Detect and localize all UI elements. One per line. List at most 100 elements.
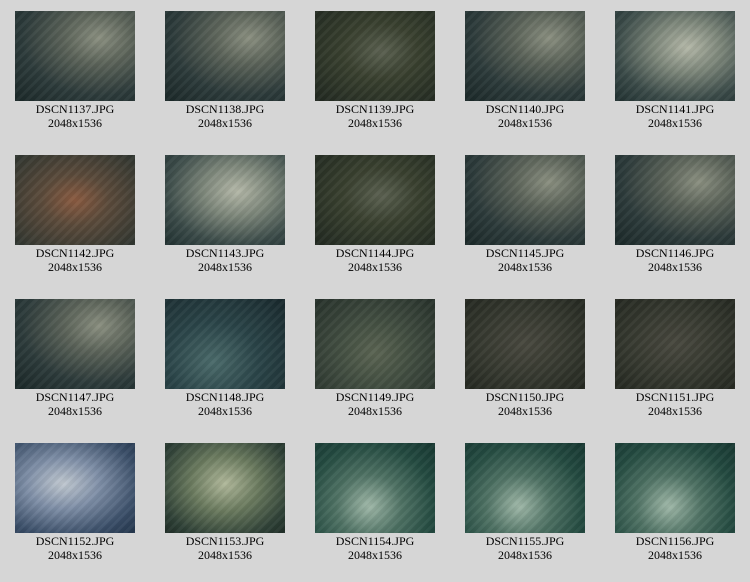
thumbnail-image[interactable] bbox=[465, 299, 585, 389]
thumbnail-dimensions: 2048x1536 bbox=[48, 548, 102, 562]
thumbnail-item[interactable]: DSCN1147.JPG 2048x1536 bbox=[0, 288, 150, 432]
thumbnail-filename[interactable]: DSCN1144.JPG bbox=[300, 246, 450, 260]
thumbnail-dimensions: 2048x1536 bbox=[348, 260, 402, 274]
thumbnail-dimensions: 2048x1536 bbox=[48, 116, 102, 130]
thumbnail-image[interactable] bbox=[315, 299, 435, 389]
thumbnail-image[interactable] bbox=[165, 443, 285, 533]
thumbnail-photo-texture bbox=[15, 155, 135, 245]
thumbnail-photo-texture bbox=[315, 299, 435, 389]
thumbnail-dimensions: 2048x1536 bbox=[48, 404, 102, 418]
thumbnail-item[interactable]: DSCN1150.JPG 2048x1536 bbox=[450, 288, 600, 432]
thumbnail-item[interactable]: DSCN1139.JPG 2048x1536 bbox=[300, 0, 450, 144]
thumbnail-image[interactable] bbox=[15, 443, 135, 533]
thumbnail-filename[interactable]: DSCN1148.JPG bbox=[150, 390, 300, 404]
thumbnail-item[interactable]: DSCN1145.JPG 2048x1536 bbox=[450, 144, 600, 288]
thumbnail-item[interactable]: DSCN1146.JPG 2048x1536 bbox=[600, 144, 750, 288]
thumbnail-image[interactable] bbox=[15, 155, 135, 245]
thumbnail-filename[interactable]: DSCN1138.JPG bbox=[150, 102, 300, 116]
thumbnail-image[interactable] bbox=[315, 443, 435, 533]
thumbnail-filename[interactable]: DSCN1155.JPG bbox=[450, 534, 600, 548]
thumbnail-item[interactable]: DSCN1140.JPG 2048x1536 bbox=[450, 0, 600, 144]
thumbnail-dimensions: 2048x1536 bbox=[48, 260, 102, 274]
thumbnail-image[interactable] bbox=[465, 155, 585, 245]
thumbnail-dimensions: 2048x1536 bbox=[198, 260, 252, 274]
thumbnail-item[interactable]: DSCN1148.JPG 2048x1536 bbox=[150, 288, 300, 432]
thumbnail-image[interactable] bbox=[15, 299, 135, 389]
thumbnail-photo-texture bbox=[615, 443, 735, 533]
thumbnail-dimensions: 2048x1536 bbox=[198, 116, 252, 130]
thumbnail-item[interactable]: DSCN1151.JPG 2048x1536 bbox=[600, 288, 750, 432]
thumbnail-filename[interactable]: DSCN1149.JPG bbox=[300, 390, 450, 404]
thumbnail-filename[interactable]: DSCN1145.JPG bbox=[450, 246, 600, 260]
thumbnail-image[interactable] bbox=[615, 299, 735, 389]
thumbnail-photo-texture bbox=[465, 155, 585, 245]
thumbnail-item[interactable]: DSCN1137.JPG 2048x1536 bbox=[0, 0, 150, 144]
thumbnail-grid: DSCN1137.JPG 2048x1536 DSCN1138.JPG 2048x15… bbox=[0, 0, 750, 582]
thumbnail-dimensions: 2048x1536 bbox=[198, 404, 252, 418]
thumbnail-image[interactable] bbox=[465, 11, 585, 101]
thumbnail-dimensions: 2048x1536 bbox=[648, 116, 702, 130]
thumbnail-item[interactable]: DSCN1152.JPG 2048x1536 bbox=[0, 432, 150, 576]
thumbnail-dimensions: 2048x1536 bbox=[498, 404, 552, 418]
thumbnail-photo-texture bbox=[165, 11, 285, 101]
thumbnail-photo-texture bbox=[315, 155, 435, 245]
thumbnail-dimensions: 2048x1536 bbox=[498, 548, 552, 562]
thumbnail-image[interactable] bbox=[615, 155, 735, 245]
thumbnail-item[interactable]: DSCN1144.JPG 2048x1536 bbox=[300, 144, 450, 288]
thumbnail-image[interactable] bbox=[165, 155, 285, 245]
thumbnail-item[interactable]: DSCN1141.JPG 2048x1536 bbox=[600, 0, 750, 144]
thumbnail-item[interactable]: DSCN1155.JPG 2048x1536 bbox=[450, 432, 600, 576]
thumbnail-filename[interactable]: DSCN1140.JPG bbox=[450, 102, 600, 116]
thumbnail-image[interactable] bbox=[165, 11, 285, 101]
thumbnail-filename[interactable]: DSCN1153.JPG bbox=[150, 534, 300, 548]
thumbnail-filename[interactable]: DSCN1139.JPG bbox=[300, 102, 450, 116]
thumbnail-image[interactable] bbox=[315, 155, 435, 245]
thumbnail-item[interactable]: DSCN1142.JPG 2048x1536 bbox=[0, 144, 150, 288]
thumbnail-item[interactable]: DSCN1149.JPG 2048x1536 bbox=[300, 288, 450, 432]
thumbnail-photo-texture bbox=[15, 443, 135, 533]
thumbnail-photo-texture bbox=[615, 155, 735, 245]
thumbnail-filename[interactable]: DSCN1146.JPG bbox=[600, 246, 750, 260]
thumbnail-filename[interactable]: DSCN1137.JPG bbox=[0, 102, 150, 116]
thumbnail-filename[interactable]: DSCN1152.JPG bbox=[0, 534, 150, 548]
thumbnail-dimensions: 2048x1536 bbox=[498, 116, 552, 130]
thumbnail-filename[interactable]: DSCN1141.JPG bbox=[600, 102, 750, 116]
thumbnail-item[interactable]: DSCN1156.JPG 2048x1536 bbox=[600, 432, 750, 576]
thumbnail-image[interactable] bbox=[615, 11, 735, 101]
thumbnail-photo-texture bbox=[15, 299, 135, 389]
thumbnail-filename[interactable]: DSCN1156.JPG bbox=[600, 534, 750, 548]
thumbnail-photo-texture bbox=[465, 299, 585, 389]
thumbnail-photo-texture bbox=[465, 11, 585, 101]
thumbnail-dimensions: 2048x1536 bbox=[348, 404, 402, 418]
thumbnail-filename[interactable]: DSCN1142.JPG bbox=[0, 246, 150, 260]
thumbnail-dimensions: 2048x1536 bbox=[348, 116, 402, 130]
thumbnail-filename[interactable]: DSCN1151.JPG bbox=[600, 390, 750, 404]
thumbnail-filename[interactable]: DSCN1147.JPG bbox=[0, 390, 150, 404]
thumbnail-photo-texture bbox=[165, 155, 285, 245]
thumbnail-dimensions: 2048x1536 bbox=[648, 404, 702, 418]
thumbnail-dimensions: 2048x1536 bbox=[648, 260, 702, 274]
thumbnail-dimensions: 2048x1536 bbox=[198, 548, 252, 562]
thumbnail-filename[interactable]: DSCN1154.JPG bbox=[300, 534, 450, 548]
thumbnail-image[interactable] bbox=[315, 11, 435, 101]
thumbnail-item[interactable]: DSCN1153.JPG 2048x1536 bbox=[150, 432, 300, 576]
thumbnail-photo-texture bbox=[615, 299, 735, 389]
thumbnail-photo-texture bbox=[315, 443, 435, 533]
thumbnail-photo-texture bbox=[465, 443, 585, 533]
thumbnail-item[interactable]: DSCN1154.JPG 2048x1536 bbox=[300, 432, 450, 576]
thumbnail-item[interactable]: DSCN1138.JPG 2048x1536 bbox=[150, 0, 300, 144]
thumbnail-image[interactable] bbox=[165, 299, 285, 389]
thumbnail-filename[interactable]: DSCN1143.JPG bbox=[150, 246, 300, 260]
thumbnail-photo-texture bbox=[315, 11, 435, 101]
thumbnail-item[interactable]: DSCN1143.JPG 2048x1536 bbox=[150, 144, 300, 288]
thumbnail-filename[interactable]: DSCN1150.JPG bbox=[450, 390, 600, 404]
thumbnail-photo-texture bbox=[615, 11, 735, 101]
thumbnail-photo-texture bbox=[15, 11, 135, 101]
thumbnail-image[interactable] bbox=[15, 11, 135, 101]
thumbnail-dimensions: 2048x1536 bbox=[648, 548, 702, 562]
thumbnail-photo-texture bbox=[165, 299, 285, 389]
thumbnail-dimensions: 2048x1536 bbox=[348, 548, 402, 562]
thumbnail-image[interactable] bbox=[615, 443, 735, 533]
thumbnail-image[interactable] bbox=[465, 443, 585, 533]
thumbnail-dimensions: 2048x1536 bbox=[498, 260, 552, 274]
